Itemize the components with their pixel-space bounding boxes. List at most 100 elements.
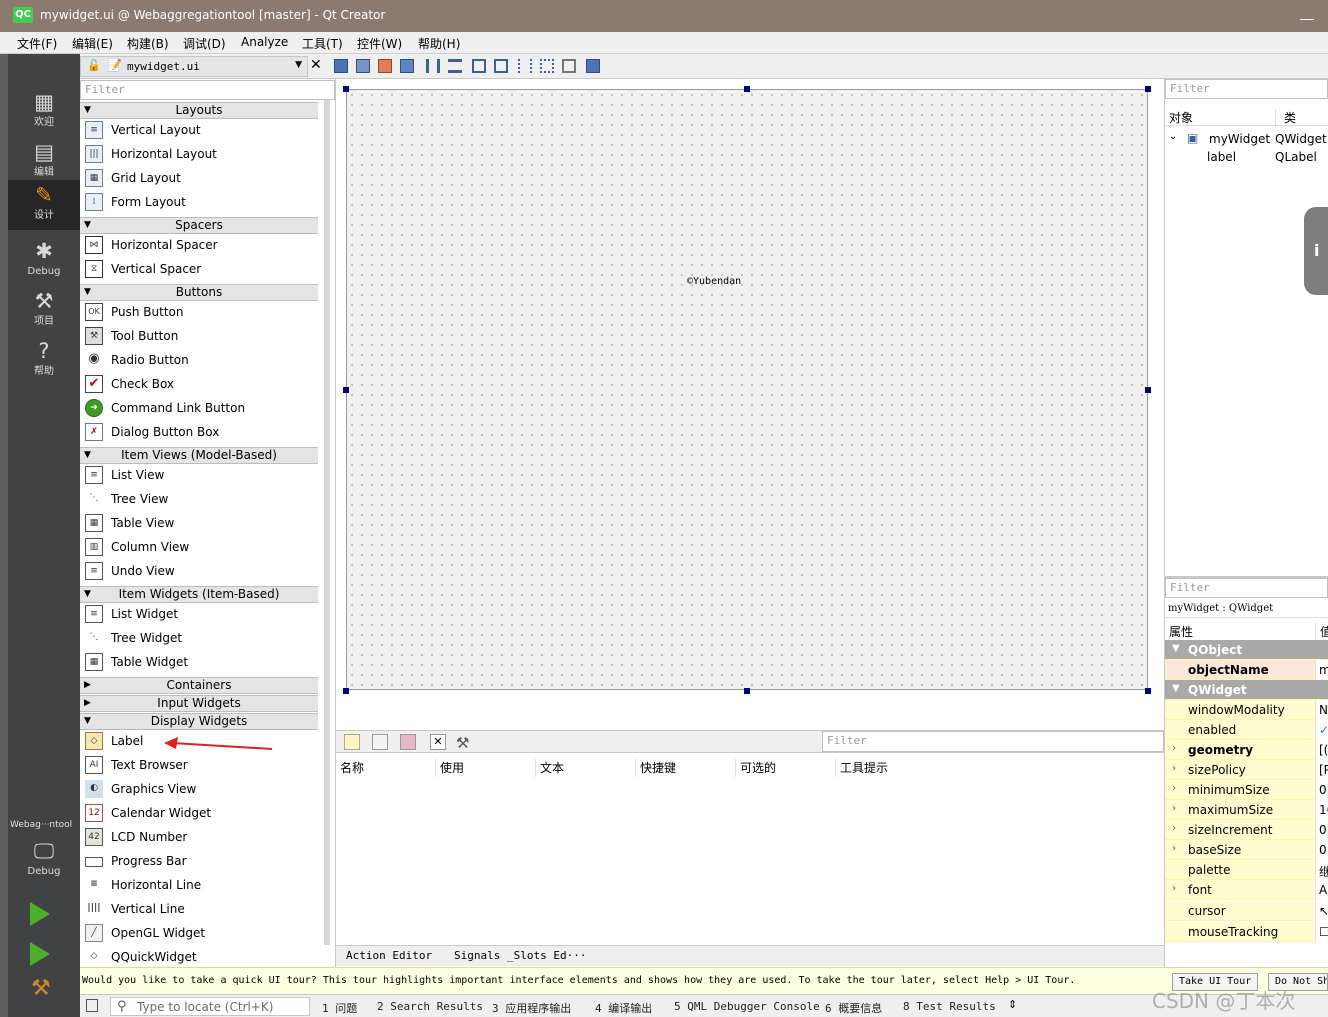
ui-tour-info-button[interactable]: i — [1304, 207, 1328, 295]
widget-horizontal-layout[interactable]: ||| Horizontal Layout — [80, 142, 318, 166]
widget-horizontal-spacer[interactable]: ⋈ Horizontal Spacer — [80, 233, 318, 257]
close-document-icon[interactable]: ✕ — [310, 57, 322, 73]
widget-tree-widget[interactable]: ⋱ Tree Widget — [80, 626, 318, 650]
new-action-icon[interactable] — [344, 734, 360, 750]
mode-welcome[interactable]: ▦ 欢迎 — [8, 87, 80, 137]
column-class[interactable]: 类 — [1275, 109, 1296, 126]
resize-handle[interactable] — [343, 387, 349, 393]
run-icon[interactable] — [30, 902, 50, 926]
property-filter-input[interactable]: Filter — [1165, 578, 1328, 598]
widget-opengl[interactable]: ╱ OpenGL Widget — [80, 921, 318, 945]
column-property[interactable]: 属性 — [1169, 623, 1193, 640]
property-maximumsize[interactable]: ›maximumSize16777215 x 16777215 — [1165, 800, 1328, 820]
category-item-widgets[interactable]: ▼ Item Widgets (Item-Based) — [80, 586, 318, 603]
menu-tools[interactable]: 工具(T) — [302, 35, 343, 52]
column-used[interactable]: 使用 — [440, 759, 536, 777]
widget-tree-view[interactable]: ⋱ Tree View — [80, 487, 318, 511]
tab-signals-slots-editor[interactable]: Signals _Slots Ed··· — [454, 949, 586, 962]
output-pane-issues[interactable]: 1 问题 — [322, 1000, 357, 1016]
splitter-horizontal-icon[interactable] — [472, 59, 486, 73]
widget-list-view[interactable]: ≡ List View — [80, 463, 318, 487]
resize-handle[interactable] — [1145, 387, 1151, 393]
property-enabled[interactable]: enabled✓ — [1165, 720, 1328, 740]
mode-projects[interactable]: ⚒ 项目 — [8, 286, 80, 336]
property-group-qwidget[interactable]: ▼ QWidget — [1165, 680, 1328, 700]
column-tooltip[interactable]: 工具提示 — [840, 759, 936, 777]
minimize-icon[interactable] — [1300, 6, 1314, 20]
property-sizeincrement[interactable]: ›sizeIncrement0 x 0 — [1165, 820, 1328, 840]
cursor-arrow-icon[interactable]: ↖ — [1315, 901, 1328, 921]
mode-help[interactable]: ? 帮助 — [8, 336, 80, 386]
widget-box-scrollbar[interactable] — [324, 100, 330, 945]
widget-form-layout[interactable]: ⁞ Form Layout — [80, 190, 318, 214]
widget-vertical-spacer[interactable]: ⧖ Vertical Spacer — [80, 257, 318, 281]
menu-file[interactable]: 文件(F) — [17, 35, 57, 52]
object-filter-input[interactable]: Filter — [1165, 79, 1328, 99]
layout-grid-icon[interactable] — [540, 59, 554, 73]
mode-debug[interactable]: ✱ Debug — [8, 236, 80, 286]
category-item-views[interactable]: ▼ Item Views (Model-Based) — [80, 447, 318, 464]
action-filter-input[interactable]: Filter — [822, 731, 1164, 752]
output-pane-application-output[interactable]: 3 应用程序输出 — [492, 1000, 571, 1016]
designer-form[interactable] — [346, 89, 1148, 690]
resize-handle[interactable] — [1145, 86, 1151, 92]
mode-design[interactable]: ✎ 设计 — [8, 180, 80, 230]
configure-wrench-icon[interactable]: ⚒ — [456, 734, 472, 752]
category-buttons[interactable]: ▼ Buttons — [80, 284, 318, 301]
output-pane-test-results[interactable]: 8 Test Results — [903, 1000, 996, 1013]
object-row-mywidget[interactable]: ⌄ ▣ myWidget QWidget — [1165, 129, 1328, 148]
menu-edit[interactable]: 编辑(E) — [72, 35, 113, 52]
category-containers[interactable]: ▶ Containers — [80, 677, 318, 694]
output-pane-compile-output[interactable]: 4 编译输出 — [595, 1000, 652, 1016]
form-label-widget[interactable]: ©Yubendan — [687, 276, 741, 287]
property-minimumsize[interactable]: ›minimumSize0 x 0 — [1165, 780, 1328, 800]
category-display-widgets[interactable]: ▼ Display Widgets — [80, 713, 318, 730]
widget-lcd-number[interactable]: 42 LCD Number — [80, 825, 318, 849]
widget-calendar[interactable]: 12 Calendar Widget — [80, 801, 318, 825]
copy-action-icon[interactable] — [372, 734, 388, 750]
resize-handle[interactable] — [1145, 688, 1151, 694]
locator-input[interactable]: ⚲ Type to locate (Ctrl+K) — [110, 997, 310, 1016]
widget-undo-view[interactable]: ≡ Undo View — [80, 559, 318, 583]
widget-table-view[interactable]: ▦ Table View — [80, 511, 318, 535]
toggle-sidebar-icon[interactable] — [86, 999, 98, 1012]
widget-check-box[interactable]: ✔ Check Box — [80, 372, 318, 396]
widget-list-widget[interactable]: ≡ List Widget — [80, 602, 318, 626]
layout-form-icon[interactable] — [518, 59, 532, 73]
property-group-qobject[interactable]: ▼ QObject — [1165, 640, 1328, 660]
property-cursor[interactable]: cursor↖ — [1165, 901, 1328, 921]
object-row-label[interactable]: label QLabel — [1165, 148, 1328, 167]
widget-horizontal-line[interactable]: ≡ Horizontal Line — [80, 873, 318, 897]
property-windowmodality[interactable]: windowModalityNonModal — [1165, 700, 1328, 720]
widget-push-button[interactable]: OK Push Button — [80, 300, 318, 324]
paste-action-icon[interactable] — [400, 734, 416, 750]
edit-buddies-icon[interactable] — [378, 59, 392, 73]
output-panes-menu-icon[interactable]: ⇕ — [1008, 998, 1017, 1011]
column-value[interactable]: 值 — [1315, 623, 1328, 640]
widget-tool-button[interactable]: ⚒ Tool Button — [80, 324, 318, 348]
layout-horizontal-icon[interactable] — [426, 59, 440, 73]
widget-vertical-layout[interactable]: ≡ Vertical Layout — [80, 118, 318, 142]
property-mousetracking[interactable]: mouseTracking☐ — [1165, 922, 1328, 942]
delete-action-icon[interactable]: ✕ — [430, 734, 446, 750]
edit-widgets-icon[interactable] — [334, 59, 348, 73]
column-shortcut[interactable]: 快捷键 — [640, 759, 736, 777]
widget-graphics-view[interactable]: ◐ Graphics View — [80, 777, 318, 801]
column-text[interactable]: 文本 — [540, 759, 636, 777]
category-layouts[interactable]: ▼ Layouts — [80, 102, 318, 119]
break-layout-icon[interactable] — [562, 59, 576, 73]
tab-action-editor[interactable]: Action Editor — [346, 949, 432, 962]
widget-vertical-line[interactable]: |||| Vertical Line — [80, 897, 318, 921]
edit-tab-order-icon[interactable] — [400, 59, 414, 73]
menu-help[interactable]: 帮助(H) — [418, 35, 460, 52]
column-checkable[interactable]: 可选的 — [740, 759, 836, 777]
kit-selector[interactable]: 🖵 Debug — [8, 836, 80, 886]
debug-run-icon[interactable] — [30, 942, 50, 966]
menu-analyze[interactable]: Analyze — [241, 35, 288, 49]
resize-handle[interactable] — [343, 688, 349, 694]
widget-dialog-button-box[interactable]: ✗ Dialog Button Box — [80, 420, 318, 444]
widget-column-view[interactable]: ▥ Column View — [80, 535, 318, 559]
adjust-size-icon[interactable] — [586, 59, 600, 73]
menu-widgets[interactable]: 控件(W) — [357, 35, 402, 52]
mousetracking-checkbox[interactable]: ☐ — [1315, 922, 1328, 942]
